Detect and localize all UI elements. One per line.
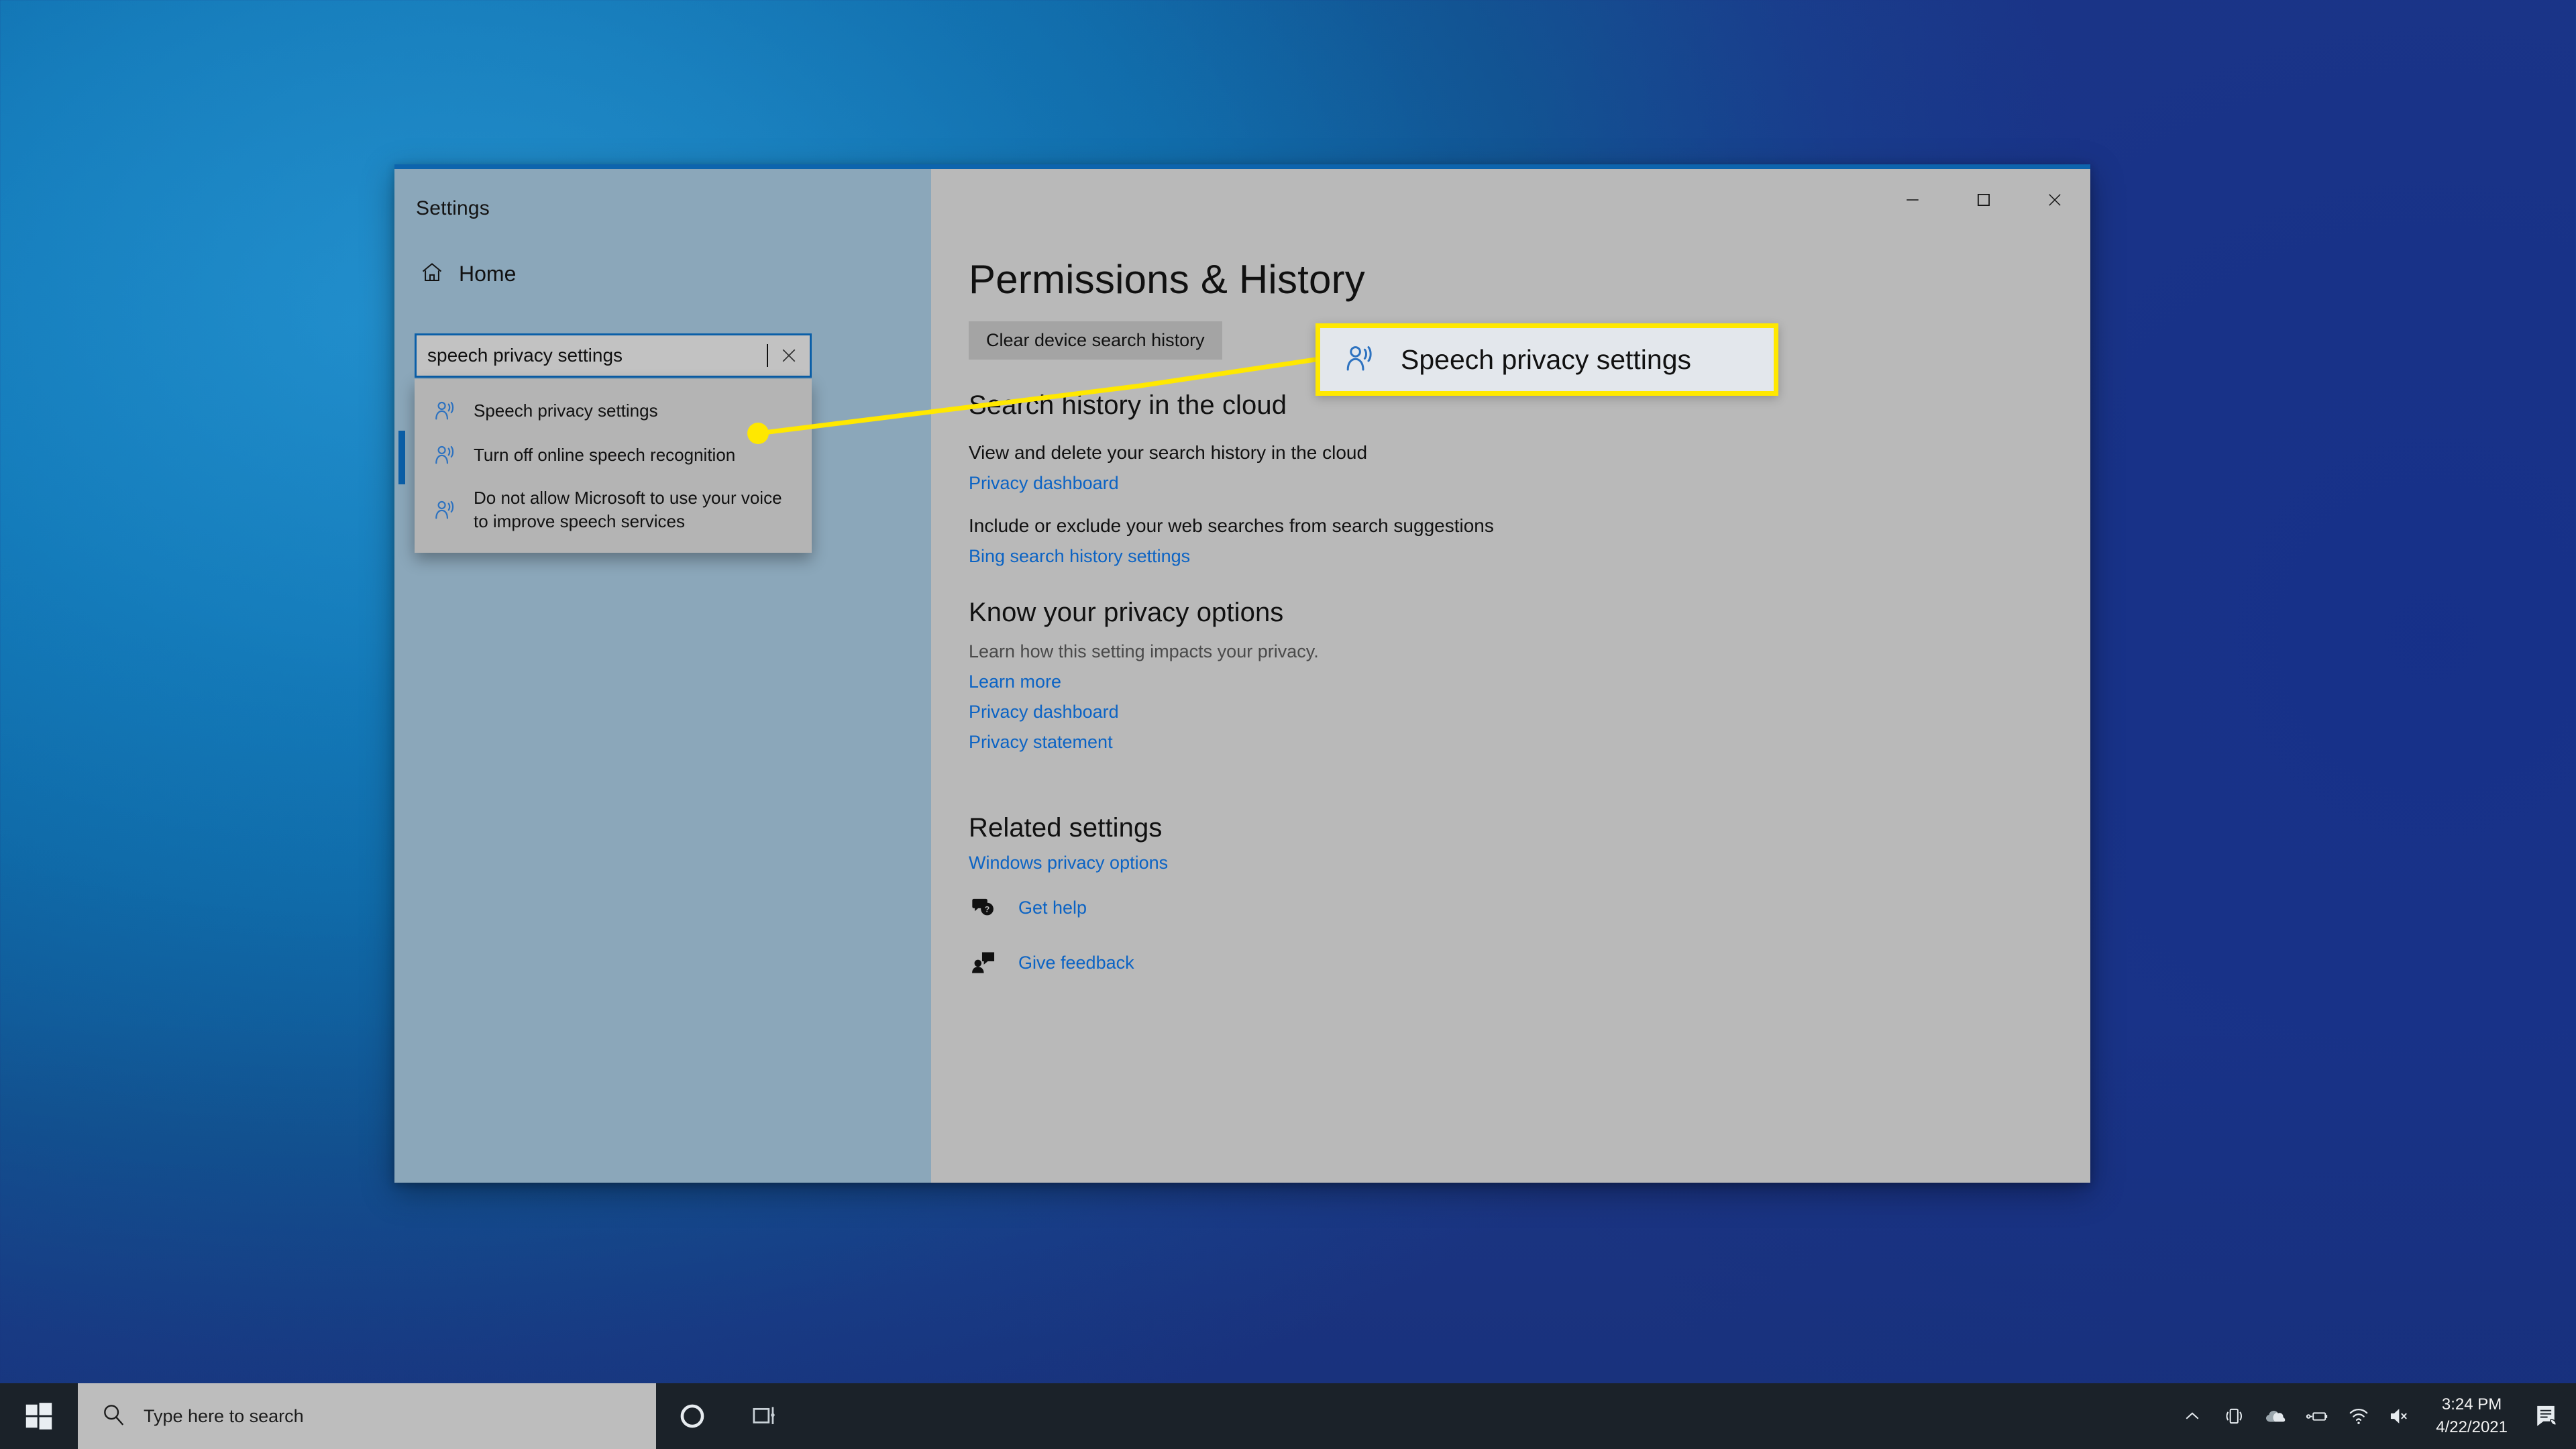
- action-center-icon: [2537, 1405, 2557, 1426]
- suggestion-label: Do not allow Microsoft to use your voice…: [474, 488, 782, 531]
- volume-muted-icon: [2391, 1409, 2408, 1424]
- give-feedback-row[interactable]: Give feedback: [969, 950, 1134, 975]
- onedrive-icon: [2266, 1411, 2286, 1422]
- tablet-rotate-icon: [2226, 1408, 2243, 1424]
- clock-date: 4/22/2021: [2436, 1418, 2508, 1436]
- support-links: ? Get help Give feedback: [969, 895, 1134, 1005]
- settings-main-pane: Permissions & History Clear device searc…: [931, 169, 2090, 1183]
- chevron-up-icon: [2186, 1412, 2199, 1419]
- maximize-icon: [1978, 194, 1990, 206]
- system-tray: 3:24 PM 4/22/2021: [2171, 1383, 2576, 1449]
- volume-button[interactable]: [2379, 1383, 2421, 1449]
- section-heading-search-history: Search history in the cloud: [969, 390, 1287, 420]
- task-view-icon: [753, 1407, 775, 1424]
- battery-charging-icon: [2306, 1412, 2328, 1421]
- link-privacy-dashboard[interactable]: Privacy dashboard: [969, 473, 1119, 494]
- link-learn-more[interactable]: Learn more: [969, 672, 1061, 692]
- cortana-icon: [680, 1404, 704, 1428]
- search-icon: [101, 1402, 126, 1431]
- minimize-icon: [1907, 199, 1919, 201]
- svg-text:?: ?: [985, 904, 990, 914]
- settings-search-field[interactable]: [415, 333, 812, 378]
- window-controls: [1877, 169, 2090, 231]
- speech-privacy-icon: [432, 442, 459, 468]
- link-windows-privacy-options[interactable]: Windows privacy options: [969, 853, 1168, 873]
- task-view-button[interactable]: [729, 1383, 801, 1449]
- get-help-row[interactable]: ? Get help: [969, 895, 1134, 920]
- window-title: Settings: [416, 197, 490, 219]
- page-title: Permissions & History: [969, 257, 1365, 302]
- feedback-person-icon: [969, 950, 998, 975]
- sidebar-item-home[interactable]: Home: [411, 255, 525, 293]
- clear-device-search-history-button[interactable]: Clear device search history: [969, 321, 1222, 360]
- maximize-button[interactable]: [1948, 169, 2019, 231]
- window-accent-bar: [394, 164, 2090, 169]
- section-body-include-exclude: Include or exclude your web searches fro…: [969, 515, 1494, 536]
- section-heading-privacy-options: Know your privacy options: [969, 598, 1284, 627]
- cortana-button[interactable]: [656, 1383, 729, 1449]
- link-privacy-dashboard-2[interactable]: Privacy dashboard: [969, 702, 1119, 722]
- clear-search-button[interactable]: [768, 335, 810, 376]
- settings-sidebar: Settings Home speech privacy settings Sp…: [394, 169, 931, 1183]
- speech-privacy-icon: [432, 398, 459, 423]
- settings-window: Settings Home speech privacy settings Sp…: [394, 164, 2090, 1183]
- action-center-button[interactable]: [2522, 1383, 2572, 1449]
- suggestion-item[interactable]: Speech privacy settings: [415, 388, 812, 433]
- suggestion-label: Speech privacy settings: [474, 400, 658, 421]
- taskbar-spacer: [801, 1383, 2171, 1449]
- battery-button[interactable]: [2296, 1383, 2338, 1449]
- close-icon: [782, 349, 796, 362]
- search-input[interactable]: [417, 335, 772, 376]
- taskbar: Type here to search 3:24 PM 4/22/2021: [0, 1383, 2576, 1449]
- speech-privacy-icon: [432, 497, 459, 523]
- windows-logo-icon: [25, 1403, 52, 1430]
- link-give-feedback[interactable]: Give feedback: [1018, 953, 1134, 973]
- taskbar-clock[interactable]: 3:24 PM 4/22/2021: [2421, 1383, 2522, 1449]
- start-button[interactable]: [0, 1383, 78, 1449]
- suggestion-item[interactable]: Do not allow Microsoft to use your voice…: [415, 477, 812, 542]
- suggestion-item[interactable]: Turn off online speech recognition: [415, 433, 812, 477]
- sidebar-selected-indicator: [398, 431, 405, 484]
- section-sub-learn-impact: Learn how this setting impacts your priv…: [969, 641, 1319, 661]
- home-icon: [420, 260, 444, 288]
- network-button[interactable]: [2338, 1383, 2379, 1449]
- link-bing-search-history-settings[interactable]: Bing search history settings: [969, 546, 1190, 567]
- clock-time: 3:24 PM: [2441, 1395, 2502, 1413]
- wifi-icon: [2349, 1408, 2368, 1424]
- onedrive-button[interactable]: [2255, 1383, 2296, 1449]
- search-suggestions-dropdown: Speech privacy settings Turn off online …: [415, 379, 812, 553]
- close-button[interactable]: [2019, 169, 2090, 231]
- show-hidden-icons-button[interactable]: [2171, 1383, 2213, 1449]
- minimize-button[interactable]: [1877, 169, 1948, 231]
- close-icon: [2049, 194, 2061, 206]
- rotation-lock-button[interactable]: [2213, 1383, 2255, 1449]
- taskbar-search-box[interactable]: Type here to search: [78, 1383, 656, 1449]
- section-body-view-delete: View and delete your search history in t…: [969, 442, 1368, 463]
- link-get-help[interactable]: Get help: [1018, 898, 1087, 918]
- suggestion-label: Turn off online speech recognition: [474, 444, 736, 465]
- taskbar-search-placeholder: Type here to search: [144, 1405, 304, 1426]
- section-heading-related-settings: Related settings: [969, 813, 1163, 843]
- link-privacy-statement[interactable]: Privacy statement: [969, 732, 1113, 753]
- help-bubble-icon: ?: [969, 895, 998, 920]
- sidebar-item-home-label: Home: [459, 262, 517, 286]
